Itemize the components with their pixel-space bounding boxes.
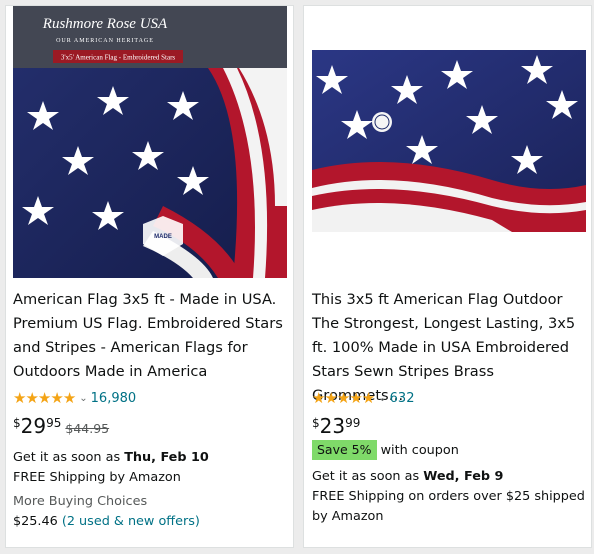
price-symbol: $	[312, 416, 320, 430]
product-image-2[interactable]	[312, 50, 586, 232]
image-brand-text: Rushmore Rose USA	[42, 16, 168, 32]
price-2[interactable]: $ 23 99	[312, 414, 360, 438]
star-icon: ★	[25, 389, 38, 407]
coupon-badge[interactable]: Save 5%	[312, 440, 377, 460]
delivery-date: Wed, Feb 9	[423, 469, 504, 484]
star-icon: ★	[37, 389, 51, 407]
chevron-down-icon[interactable]: ⌄	[79, 393, 87, 404]
review-count-link[interactable]: 16,980	[91, 391, 137, 406]
price-whole: 29	[20, 414, 47, 438]
star-icon: ★	[336, 389, 350, 407]
chevron-down-icon[interactable]: ⌄	[378, 393, 386, 404]
review-count-link[interactable]: 632	[390, 391, 415, 406]
delivery-prefix: Get it as soon as	[13, 450, 121, 465]
rating-row-2[interactable]: ★ ★ ★ ★ ★ ⌄ 632	[312, 389, 414, 407]
star-icon: ★	[324, 389, 337, 407]
product-title-1[interactable]: American Flag 3x5 ft - Made in USA. Prem…	[13, 288, 288, 384]
buying-choices-price: $25.46	[13, 514, 58, 529]
image-banner-text: 3'x5' American Flag - Embroidered Stars	[61, 54, 176, 62]
star-icon: ★	[13, 389, 26, 407]
star-icon: ★	[361, 389, 375, 407]
price-1[interactable]: $ 29 95 $44.95	[13, 414, 109, 438]
delivery-line-2: Get it as soon as Wed, Feb 9	[312, 468, 503, 485]
shipping-text-line1: FREE Shipping on orders over $25 shipped	[312, 489, 585, 504]
image-tagline-text: OUR AMERICAN HERITAGE	[56, 38, 154, 44]
coupon-text: with coupon	[380, 443, 459, 458]
rating-row-1[interactable]: ★ ★ ★ ★ ★ ⌄ 16,980	[13, 389, 136, 407]
product-card-2[interactable]: This 3x5 ft American Flag Outdoor The St…	[303, 5, 592, 548]
price-symbol: $	[13, 416, 21, 430]
buying-choices-link[interactable]: (2 used & new offers)	[62, 514, 200, 529]
shipping-text: FREE Shipping by Amazon	[13, 470, 181, 485]
star-icon: ★	[62, 389, 76, 407]
price-whole: 23	[319, 414, 346, 438]
coupon-row[interactable]: Save 5% with coupon	[312, 440, 459, 460]
delivery-date: Thu, Feb 10	[124, 450, 209, 465]
shipping-text-line2: by Amazon	[312, 509, 384, 524]
product-image-1[interactable]: MADE Rushmore Rose USA OUR AMERICAN HERI…	[13, 6, 287, 278]
star-icon: ★	[50, 389, 63, 407]
list-price: $44.95	[65, 421, 110, 436]
price-fraction: 99	[345, 416, 361, 430]
buying-choices-row: $25.46 (2 used & new offers)	[13, 513, 200, 530]
price-fraction: 95	[46, 416, 62, 430]
star-icon: ★	[349, 389, 362, 407]
star-icon: ★	[312, 389, 325, 407]
delivery-prefix: Get it as soon as	[312, 469, 420, 484]
delivery-line-1: Get it as soon as Thu, Feb 10	[13, 449, 209, 466]
svg-text:MADE: MADE	[154, 234, 172, 240]
product-card-1[interactable]: MADE Rushmore Rose USA OUR AMERICAN HERI…	[5, 5, 294, 548]
buying-choices-label: More Buying Choices	[13, 494, 148, 509]
